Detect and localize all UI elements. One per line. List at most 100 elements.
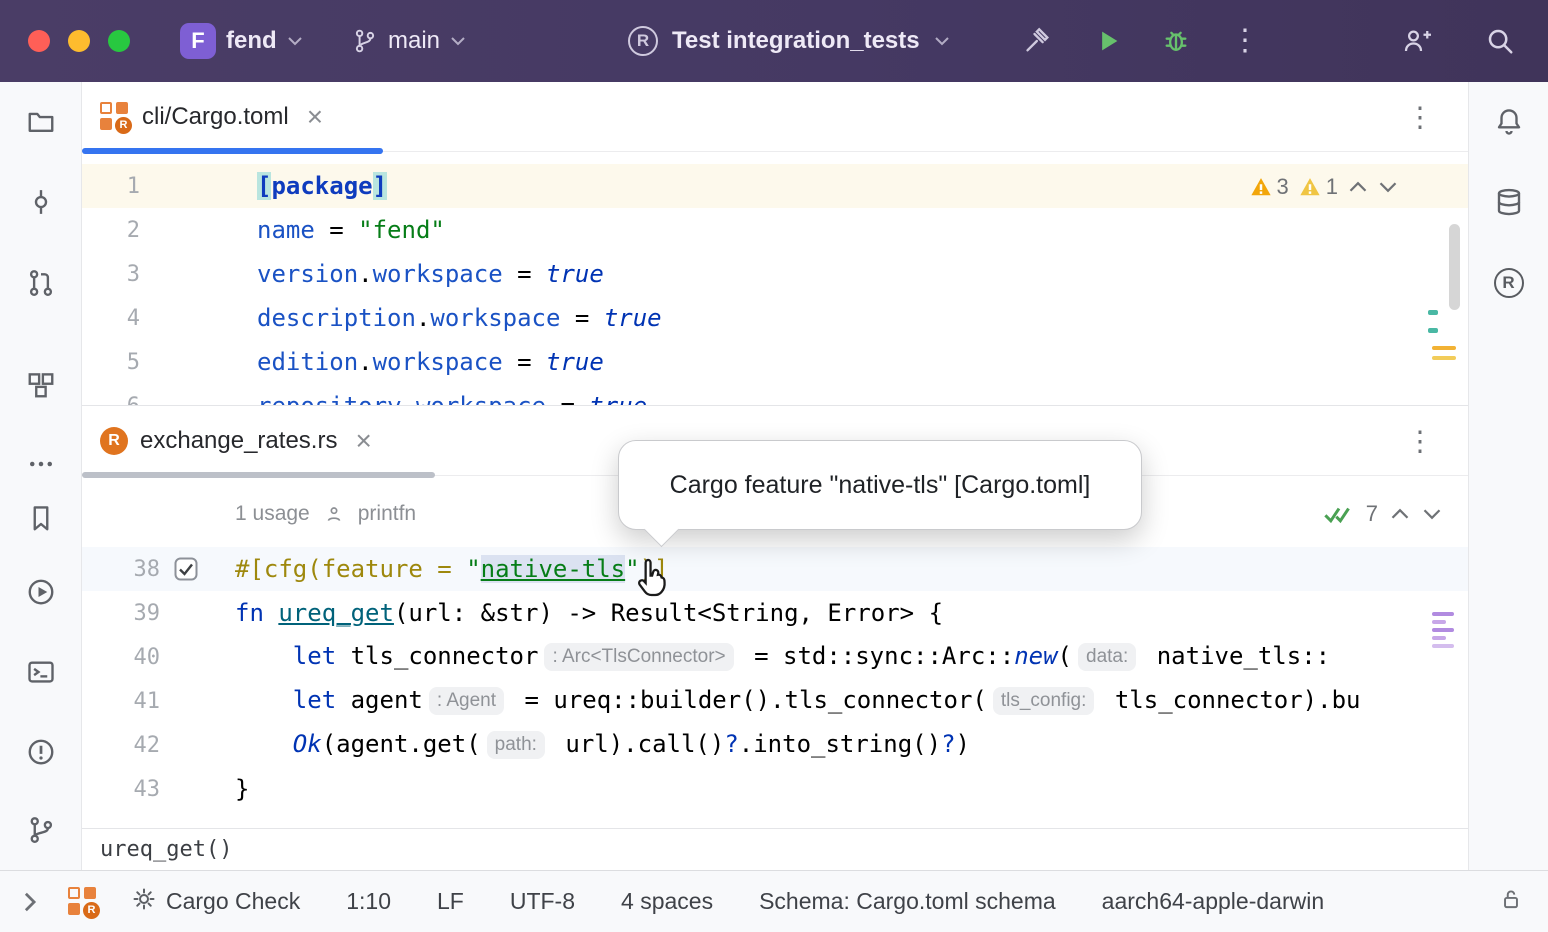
traffic-close-icon[interactable] [28, 30, 50, 52]
line-number[interactable]: 4 [82, 306, 140, 331]
code-line[interactable]: 4 description.workspace = true [82, 296, 1468, 340]
line-number[interactable]: 42 [82, 733, 160, 758]
active-tab-underline [82, 148, 383, 154]
analysis-mark [1432, 644, 1454, 648]
project-icon[interactable] [26, 107, 56, 137]
chevron-down-icon[interactable] [1422, 507, 1442, 521]
code-area-rust: 38#[cfg(feature = "native-tls")]39fn ure… [82, 545, 1468, 817]
tooltip-text: Cargo feature "native-tls" [Cargo.toml] [670, 471, 1091, 500]
structure-icon[interactable] [26, 370, 56, 400]
project-name: fend [226, 27, 277, 55]
tab-cargo-toml[interactable]: R cli/Cargo.toml × [82, 82, 341, 151]
version-control-icon[interactable] [26, 815, 56, 845]
close-icon[interactable]: × [307, 103, 323, 131]
problems-icon[interactable] [26, 737, 56, 767]
chevron-down-icon [934, 36, 950, 46]
run-configuration[interactable]: R Test integration_tests [628, 0, 950, 82]
more-vertical-icon[interactable]: ⋮ [1230, 26, 1260, 56]
line-number[interactable]: 40 [82, 645, 160, 670]
line-number[interactable]: 2 [82, 218, 140, 243]
notifications-icon[interactable] [1494, 106, 1524, 136]
line-number[interactable]: 38 [82, 557, 160, 582]
status-item[interactable]: aarch64-apple-darwin [1102, 888, 1324, 915]
close-icon[interactable]: × [355, 427, 371, 455]
cargo-icon[interactable]: R [68, 887, 98, 917]
line-number[interactable]: 5 [82, 350, 140, 375]
bookmarks-icon[interactable] [26, 503, 56, 533]
analysis-mark [1428, 310, 1438, 315]
tab-exchange-rates[interactable]: R exchange_rates.rs × [82, 406, 390, 475]
run-icon[interactable] [1088, 21, 1128, 61]
traffic-zoom-icon[interactable] [108, 30, 130, 52]
hand-cursor-icon [632, 556, 674, 603]
terminal-icon[interactable] [26, 657, 56, 687]
code-line[interactable]: 41 let agent: Agent = ureq::builder().tl… [82, 679, 1468, 723]
chevron-up-icon[interactable] [1390, 507, 1410, 521]
code-line[interactable]: 38#[cfg(feature = "native-tls")] [82, 547, 1468, 591]
line-number[interactable]: 1 [82, 174, 140, 199]
code-line[interactable]: 39fn ureq_get(url: &str) -> Result<Strin… [82, 591, 1468, 635]
code-line[interactable]: 5 edition.workspace = true [82, 340, 1468, 384]
project-widget[interactable]: F fend [180, 0, 303, 82]
commit-icon[interactable] [26, 187, 56, 217]
kebab-icon[interactable]: ⋮ [1406, 100, 1434, 133]
branch-name: main [388, 27, 440, 55]
check-count: 7 [1366, 501, 1378, 527]
analysis-mark [1432, 620, 1446, 624]
database-icon[interactable] [1494, 187, 1524, 217]
pull-requests-icon[interactable] [26, 268, 56, 298]
chevron-down-icon[interactable] [1378, 180, 1398, 194]
status-item[interactable]: UTF-8 [510, 888, 575, 915]
analysis-mark [1432, 612, 1454, 616]
breadcrumb[interactable]: ureq_get() [82, 828, 1468, 870]
status-item[interactable]: 4 spaces [621, 888, 713, 915]
line-number[interactable]: 39 [82, 601, 160, 626]
ide-window: F fend main R Test integration_tests [0, 0, 1548, 932]
tab-label: cli/Cargo.toml [142, 103, 289, 131]
breadcrumb-item[interactable]: ureq_get() [100, 837, 232, 862]
build-hammer-icon[interactable] [1018, 21, 1058, 61]
line-number[interactable]: 41 [82, 689, 160, 714]
analysis-mark [1428, 328, 1438, 333]
more-icon[interactable] [26, 449, 56, 479]
code-line[interactable]: 6repository.workspace = true [82, 384, 1468, 405]
traffic-minimize-icon[interactable] [68, 30, 90, 52]
debug-bug-icon[interactable] [1156, 21, 1196, 61]
line-number[interactable]: 3 [82, 262, 140, 287]
rust-plugin-icon[interactable]: R [1494, 268, 1524, 298]
scrollbar-thumb[interactable] [1449, 224, 1460, 310]
code-text: description.workspace = true [257, 304, 662, 332]
usages-hint[interactable]: 1 usage [235, 502, 310, 526]
inspection-widget-bottom[interactable]: 7 [1324, 501, 1442, 527]
checkbox-icon[interactable] [174, 557, 198, 581]
inspection-widget-top[interactable]: 3 1 [1250, 174, 1399, 200]
line-number[interactable]: 6 [82, 394, 140, 406]
chevron-right-icon[interactable] [22, 891, 38, 913]
code-text: edition.workspace = true [257, 348, 604, 376]
chevron-up-icon[interactable] [1348, 180, 1368, 194]
search-icon[interactable] [1480, 21, 1520, 61]
run-config-icon: R [628, 26, 658, 56]
status-item[interactable]: Schema: Cargo.toml schema [759, 888, 1056, 915]
lock-icon[interactable] [1498, 886, 1524, 918]
run-tool-icon[interactable] [26, 577, 56, 607]
left-tool-strip [0, 82, 82, 870]
status-item[interactable]: 1:10 [346, 888, 391, 915]
code-line[interactable]: 42 Ok(agent.get(path: url).call()?.into_… [82, 723, 1468, 767]
line-number[interactable]: 43 [82, 777, 160, 802]
analysis-mark [1432, 356, 1456, 360]
kebab-icon[interactable]: ⋮ [1406, 424, 1434, 457]
code-line[interactable]: 40 let tls_connector: Arc<TlsConnector> … [82, 635, 1468, 679]
code-line[interactable]: 3version.workspace = true [82, 252, 1468, 296]
feature-link[interactable]: native-tls [481, 555, 626, 583]
add-user-icon[interactable] [1396, 21, 1436, 61]
author-hint[interactable]: printfn [358, 502, 416, 526]
status-item[interactable]: Cargo Check [132, 887, 300, 917]
branch-icon [352, 28, 378, 54]
author-icon [324, 504, 344, 524]
status-item[interactable]: LF [437, 888, 464, 915]
branch-widget[interactable]: main [352, 0, 466, 82]
code-line[interactable]: 2name = "fend" [82, 208, 1468, 252]
code-line[interactable]: 43} [82, 767, 1468, 811]
double-check-icon [1324, 504, 1354, 524]
